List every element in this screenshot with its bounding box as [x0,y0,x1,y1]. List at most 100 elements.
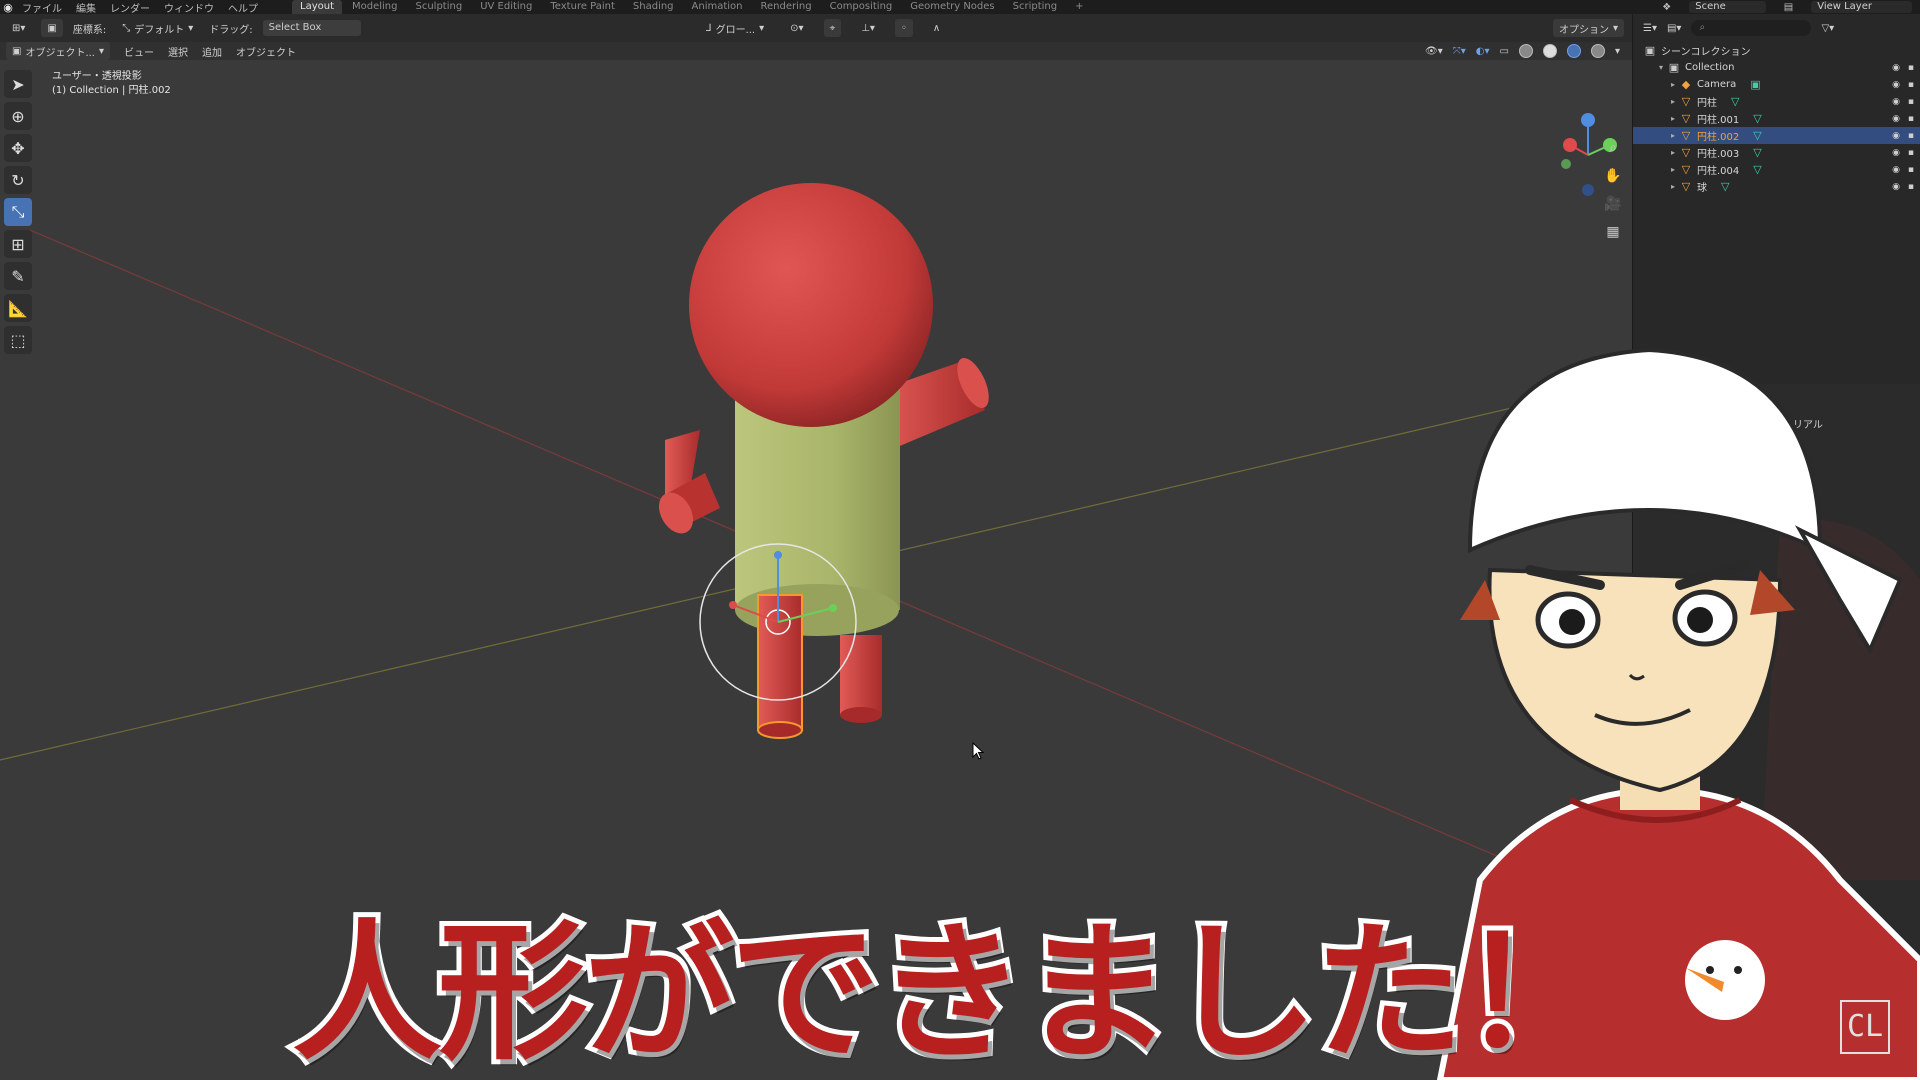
measure-icon[interactable]: 📐 [4,294,32,322]
falloff-icon[interactable]: ∧ [927,19,946,37]
render-camera-icon[interactable]: ▪ [1908,131,1914,141]
menu-object[interactable]: オブジェクト [236,44,296,59]
render-camera-icon[interactable]: ▪ [1908,80,1914,90]
visibility-eye-icon[interactable]: ◉ [1892,114,1900,124]
solid-shading-icon[interactable] [1542,44,1557,58]
expand-arrow-icon[interactable]: ▸ [1667,182,1679,191]
visibility-icon[interactable]: 👁▾ [1425,46,1443,57]
tab-geometry-nodes[interactable]: Geometry Nodes [902,0,1002,14]
expand-arrow-icon[interactable]: ▸ [1667,131,1679,140]
visibility-eye-icon[interactable]: ◉ [1892,131,1900,141]
orientation-dropdown[interactable]: ⤡ デフォルト ▾ [116,19,199,37]
render-camera-icon[interactable]: ▪ [1908,148,1914,158]
select-cursor-icon[interactable]: ➤ [4,70,32,98]
outliner-item-camera[interactable]: ▸ ◆ Camera ▣ ◉ ▪ [1633,76,1920,93]
filter-icon[interactable]: ▽▾ [1821,23,1834,34]
tab-rendering[interactable]: Rendering [753,0,820,14]
outliner-item-cylinder-004[interactable]: ▸ ▽ 円柱.004 ▽ ◉ ▪ [1633,161,1920,178]
tab-sculpting[interactable]: Sculpting [408,0,471,14]
axis-icon: ⅃ [706,22,712,34]
expand-arrow-icon[interactable]: ▸ [1667,114,1679,123]
pan-hand-icon[interactable]: ✋ [1604,168,1622,186]
outliner-item-cylinder-002[interactable]: ▸ ▽ 円柱.002 ▽ ◉ ▪ [1633,127,1920,144]
outliner-search[interactable]: ⌕ [1691,20,1812,36]
xray-icon[interactable]: ▭ [1500,46,1509,57]
menu-render[interactable]: レンダー [110,0,150,15]
menu-select[interactable]: 選択 [168,44,188,59]
visibility-eye-icon[interactable]: ◉ [1892,165,1900,175]
display-mode-icon[interactable]: ▤▾ [1667,23,1681,34]
viewport-header: ⊞▾ ▣ 座標系: ⤡ デフォルト ▾ ドラッグ: Select Box ⅃ グロー.… [0,14,1632,42]
outliner-item-sphere[interactable]: ▸ ▽ 球 ▽ ◉ ▪ [1633,178,1920,195]
video-caption: 人形ができました！ [287,902,1615,1080]
tab-animation[interactable]: Animation [684,0,751,14]
editor-type-button[interactable]: ⊞▾ [6,19,31,37]
visibility-eye-icon[interactable]: ◉ [1892,148,1900,158]
render-camera-icon[interactable]: ▪ [1908,114,1914,124]
orientation-label: 座標系: [72,24,107,36]
snap-icon[interactable]: ⌖ [823,19,842,37]
grid-view-icon[interactable]: ▦ [1604,224,1622,242]
proportional-edit-icon[interactable]: ◦ [894,19,913,37]
select-mode-icon[interactable]: ▣ [41,19,63,37]
expand-arrow-icon[interactable]: ▾ [1655,63,1667,72]
add-workspace-button[interactable]: + [1067,0,1091,14]
rendered-shading-icon[interactable] [1590,44,1605,58]
menu-add[interactable]: 追加 [202,44,222,59]
expand-arrow-icon[interactable]: ▸ [1667,165,1679,174]
menu-help[interactable]: ヘルプ [228,0,258,15]
select-box-dropdown[interactable]: Select Box [262,20,362,36]
scene-collection-row[interactable]: ▣ シーンコレクション [1633,42,1920,59]
render-camera-icon[interactable]: ▪ [1908,182,1914,192]
shading-options-icon[interactable]: ▾ [1615,46,1620,57]
pivot-point-icon[interactable]: ⊙▾ [784,19,809,37]
expand-arrow-icon[interactable]: ▸ [1667,80,1679,89]
menu-edit[interactable]: 編集 [76,0,96,15]
expand-arrow-icon[interactable]: ▸ [1667,148,1679,157]
tab-modeling[interactable]: Modeling [344,0,406,14]
3d-cursor-icon[interactable]: ⊕ [4,102,32,130]
add-cube-icon[interactable]: ⬚ [4,326,32,354]
overlay-icon[interactable]: ◐▾ [1476,46,1490,57]
transform-orientation-dropdown[interactable]: ⅃ グロー... ▾ [700,19,770,37]
rotate-icon[interactable]: ↻ [4,166,32,194]
scene-selector[interactable]: Scene [1689,1,1766,13]
tab-texture-paint[interactable]: Texture Paint [542,0,623,14]
menu-window[interactable]: ウィンドウ [164,0,214,15]
visibility-eye-icon[interactable]: ◉ [1892,97,1900,107]
mesh-object-icon: ▽ [1681,180,1691,193]
scale-icon[interactable]: ⤡ [4,198,32,226]
annotate-icon[interactable]: ✎ [4,262,32,290]
camera-view-icon[interactable]: 🎥 [1604,196,1622,214]
outliner-editor-icon[interactable]: ☰▾ [1643,23,1657,34]
collection-row[interactable]: ▾ ▣ Collection ◉ ▪ [1633,59,1920,76]
tab-scripting[interactable]: Scripting [1005,0,1065,14]
outliner-item-cylinder-001[interactable]: ▸ ▽ 円柱.001 ▽ ◉ ▪ [1633,110,1920,127]
visibility-eye-icon[interactable]: ◉ [1892,63,1900,73]
outliner-item-cylinder-003[interactable]: ▸ ▽ 円柱.003 ▽ ◉ ▪ [1633,144,1920,161]
render-camera-icon[interactable]: ▪ [1908,165,1914,175]
tab-compositing[interactable]: Compositing [822,0,901,14]
render-camera-icon[interactable]: ▪ [1908,97,1914,107]
wireframe-shading-icon[interactable] [1518,44,1533,58]
mode-dropdown[interactable]: ▣ オブジェクト... ▾ [6,42,111,60]
visibility-eye-icon[interactable]: ◉ [1892,80,1900,90]
render-camera-icon[interactable]: ▪ [1908,63,1914,73]
gizmo-icon[interactable]: ⤧▾ [1453,46,1466,57]
expand-arrow-icon[interactable]: ▸ [1667,97,1679,106]
outliner-item-cylinder[interactable]: ▸ ▽ 円柱 ▽ ◉ ▪ [1633,93,1920,110]
tab-layout[interactable]: Layout [292,0,342,14]
snap-target-icon[interactable]: ⊥▾ [855,19,881,37]
menu-view[interactable]: ビュー [124,44,154,59]
move-icon[interactable]: ✥ [4,134,32,162]
tab-uv-editing[interactable]: UV Editing [472,0,540,14]
material-shading-icon[interactable] [1566,44,1581,58]
options-dropdown[interactable]: オプション ▾ [1552,19,1624,37]
view-layer-selector[interactable]: View Layer [1811,1,1912,13]
blender-logo-icon[interactable]: ◉ [0,0,16,14]
menu-file[interactable]: ファイル [22,0,62,15]
transform-icon[interactable]: ⊞ [4,230,32,258]
tab-shading[interactable]: Shading [625,0,682,14]
visibility-eye-icon[interactable]: ◉ [1892,182,1900,192]
zoom-icon[interactable]: ⌕ [1604,140,1622,158]
